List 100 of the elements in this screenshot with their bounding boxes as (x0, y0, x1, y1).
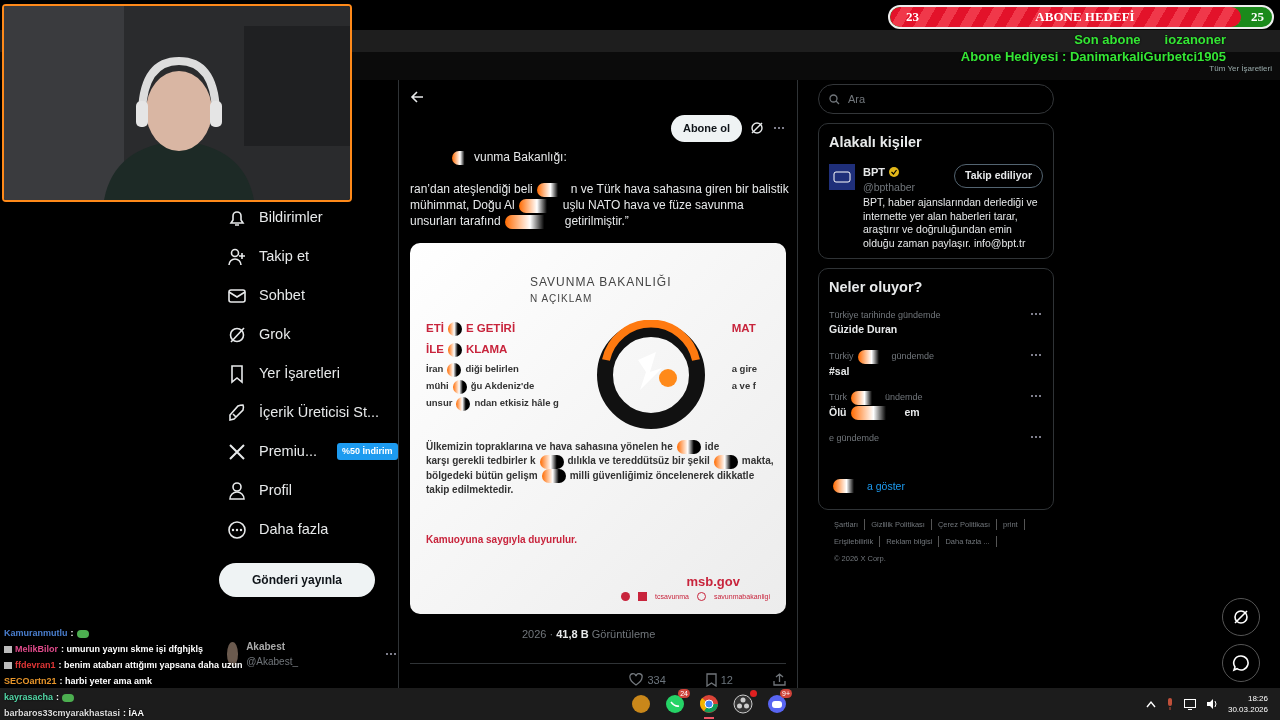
chat-message: : İAA (123, 706, 145, 720)
trend-name: Güzide Duran (829, 323, 898, 336)
document-text: takip edilmektedir. (426, 484, 514, 496)
bpt-logo-icon (829, 163, 855, 190)
instagram-icon (696, 592, 706, 602)
search-input[interactable]: Ara (846, 89, 1026, 109)
nav-item[interactable]: Profil (219, 471, 398, 510)
document-text: E GETİRİ (465, 322, 516, 335)
post-button[interactable]: Gönderi yayınla (219, 563, 375, 597)
trend-category: Türkiye tarihinde gündemde (829, 309, 941, 320)
chat-message: : (56, 690, 60, 704)
account-name: Akabest (246, 640, 287, 654)
document-text: bölgedeki bütün gelişm (426, 469, 538, 481)
grok-button[interactable] (1222, 598, 1260, 636)
grok-icon[interactable] (750, 121, 764, 136)
swirl-stroke (447, 362, 462, 377)
document-website: msb.gov (685, 573, 741, 591)
more-circle-icon (227, 519, 247, 540)
gift-subscriber-text: Abone Hediyesi : DanimarkaliGurbetci1905 (960, 48, 1226, 65)
bookmark-button[interactable]: 12 (705, 671, 733, 688)
document-closing: Kamuoyuna saygıyla duyurulur. (426, 533, 579, 548)
nav-item[interactable]: Grok (219, 315, 398, 354)
emote-icon (76, 629, 89, 638)
rocket-icon (227, 402, 247, 423)
chat-username: MelikBilor (15, 642, 58, 656)
messages-button[interactable] (1222, 644, 1260, 682)
slashed-circle-icon (1232, 608, 1250, 626)
card-title: Alakalı kişiler (829, 133, 923, 152)
chat-message: : harbi yeter ama amk (59, 674, 153, 688)
nav-item[interactable]: Premiu... %50 İndirim (219, 432, 398, 471)
speaker-icon[interactable] (1205, 699, 1218, 709)
tweet-text: vunma Bakanlığı: (474, 150, 567, 165)
nav-item[interactable]: Sohbet (219, 276, 398, 315)
heart-icon (629, 673, 644, 687)
post-metadata: 2026 · 41,8 B Görüntüleme (521, 627, 657, 642)
nav-item[interactable]: Yer İşaretleri (219, 354, 398, 393)
profile-bio: BPT, haber ajanslarından derlediği ve internette yer alan haberleri tarar, araştırır ve doğruluğundan emin olduğu zaman paylaşır. info@bpt.tr (863, 196, 1039, 250)
document-text: İLE (426, 343, 444, 356)
trend-name: Ölü (829, 405, 847, 418)
chat-username: SECOartn21 (4, 674, 57, 688)
swirl-stroke (676, 440, 701, 455)
chat-username: barbaros33cmyarakhastasi (4, 706, 121, 720)
document-text: KLAMA (465, 343, 508, 356)
document-text: ğu Akdeniz'de (470, 380, 535, 392)
microphone-icon[interactable] (1165, 698, 1174, 710)
person-plus-icon (227, 246, 247, 267)
chat-message: : (70, 626, 74, 640)
tweet-text: ran’dan ateşlendiği beli (410, 182, 533, 197)
document-text: karşı gerekli tedbirler k (426, 455, 536, 467)
bookmark-icon (705, 672, 717, 687)
nav-item[interactable]: Takip et (219, 237, 398, 276)
document-text: milli güvenliğimiz öncelenerek dikkatle (569, 469, 755, 481)
nav-item[interactable]: Bildirimler (219, 198, 398, 237)
chat-username: kayrasacha (4, 690, 54, 704)
document-subheading: N AÇIKLAM (530, 292, 594, 307)
document-text: unsur (426, 397, 453, 409)
show-more-link[interactable]: a göster (867, 479, 905, 492)
swirl-stroke (539, 454, 564, 469)
chat-message: : umurun yayını skme işi dfghjklş (61, 642, 204, 656)
last-subscriber-name: iozanoner (1164, 32, 1226, 47)
back-arrow-icon[interactable] (410, 89, 424, 104)
document-heading: SAVUNMA BAKANLIĞI (530, 273, 673, 292)
swirl-stroke (452, 379, 467, 394)
document-text: a gire (731, 363, 758, 375)
document-text: ndan etkisiz hâle g (474, 397, 559, 409)
tweet-text: mühimmat, Doğu Al (410, 198, 515, 213)
goal-target-count: 25 (1251, 8, 1264, 27)
swirl-stroke (713, 454, 738, 469)
monitor-icon[interactable] (1183, 698, 1196, 710)
facebook-icon (621, 592, 631, 602)
card-title: Neler oluyor? (829, 278, 924, 297)
chat-message: : benim atabarı attığımı yapsana daha uzun (58, 658, 243, 672)
trend-category: ündemde (885, 392, 923, 403)
trend-name: em (904, 405, 920, 418)
chevron-up-icon[interactable] (1145, 700, 1156, 708)
swirl-stroke (541, 469, 566, 484)
trend-category: e gündemde (829, 432, 880, 443)
chat-username: ffdevran1 (15, 658, 56, 672)
document-text: a ve f (731, 380, 756, 392)
bookmarks-label[interactable]: Tüm Yer İşaretleri (1209, 63, 1272, 75)
music-app-icon (630, 693, 652, 715)
document-text: makta, (741, 455, 774, 467)
tweet-text: unsurları tarafınd (410, 214, 501, 229)
like-button[interactable]: 334 (629, 671, 666, 688)
trend-name: #sal (829, 364, 850, 377)
share-icon[interactable] (773, 673, 786, 687)
goal-title: ABONE HEDEFİ (1035, 8, 1135, 27)
account-handle: @Akabest_ (246, 655, 298, 669)
tweet-text: n ve Türk hava sahasına giren bir balistik (570, 182, 789, 197)
nav-item[interactable]: İçerik Üreticisi St... (219, 393, 398, 432)
profile-name[interactable]: BPT (863, 163, 885, 181)
document-text: ide (704, 441, 720, 453)
chat-bubble-icon (1232, 654, 1250, 672)
nav-item[interactable]: Daha fazla (219, 510, 398, 549)
document-text: ETİ (426, 322, 444, 335)
subscribe-button[interactable]: Abone ol (670, 115, 742, 142)
person-icon (227, 480, 247, 501)
voice-chat-icon (766, 693, 788, 715)
clock[interactable]: 18:26 30.03.2026 (1227, 693, 1268, 715)
document-text: diği belirlen (465, 363, 519, 375)
